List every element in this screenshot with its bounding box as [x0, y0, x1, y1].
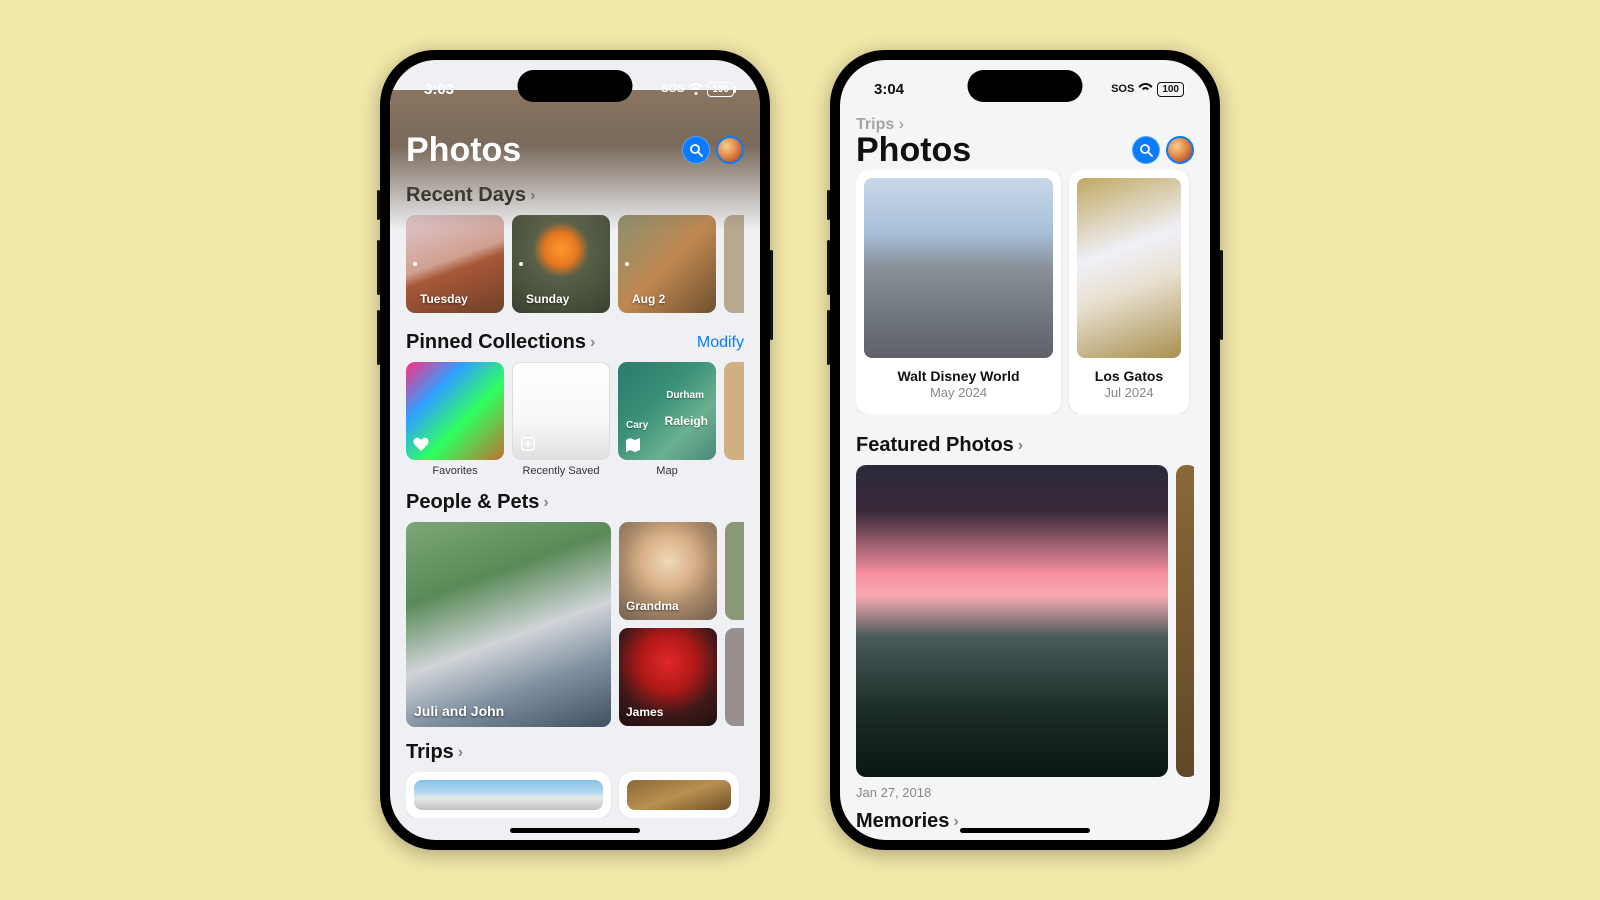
trip-card[interactable]	[406, 772, 611, 818]
featured-photo[interactable]: Jan 27, 2018	[856, 465, 1168, 800]
battery-indicator: 100	[1157, 82, 1184, 97]
pinned-map[interactable]: Durham Raleigh Cary Map	[618, 362, 716, 477]
heart-icon	[413, 437, 429, 453]
chevron-right-icon: ›	[543, 494, 548, 512]
page-title: Photos	[406, 131, 682, 170]
status-time: 3:04	[874, 81, 904, 98]
pinned-item[interactable]	[724, 362, 744, 477]
battery-indicator: 100	[707, 82, 734, 97]
chevron-right-icon: ›	[590, 334, 595, 352]
search-button[interactable]	[682, 136, 710, 164]
section-trips[interactable]: Trips	[406, 741, 454, 764]
pinned-favorites[interactable]: Favorites	[406, 362, 504, 477]
pinned-recently-saved[interactable]: Recently Saved	[512, 362, 610, 477]
people-item[interactable]: Juli and John	[406, 522, 611, 727]
map-icon	[625, 437, 641, 453]
search-button[interactable]	[1132, 136, 1160, 164]
profile-avatar[interactable]	[716, 136, 744, 164]
phone-right: 3:04 SOS 100 Trips › Photos	[830, 50, 1220, 850]
search-icon	[1139, 143, 1153, 157]
wifi-icon	[688, 83, 703, 95]
home-indicator[interactable]	[960, 828, 1090, 833]
chevron-right-icon: ›	[458, 744, 463, 762]
section-pinned[interactable]: Pinned Collections	[406, 331, 586, 354]
modify-button[interactable]: Modify	[697, 334, 744, 352]
download-icon	[520, 436, 536, 452]
page-title: Photos	[856, 131, 1132, 170]
home-indicator[interactable]	[510, 828, 640, 833]
chevron-right-icon: ›	[953, 813, 958, 831]
status-time: 3:03	[424, 81, 454, 98]
search-icon	[689, 143, 703, 157]
people-item[interactable]	[725, 522, 744, 620]
status-sos: SOS	[661, 83, 684, 95]
people-item[interactable]	[725, 628, 744, 726]
section-featured-photos[interactable]: Featured Photos	[856, 434, 1014, 457]
profile-avatar[interactable]	[1166, 136, 1194, 164]
section-memories[interactable]: Memories	[856, 810, 949, 833]
people-item[interactable]: Grandma	[619, 522, 717, 620]
dynamic-island	[968, 70, 1083, 102]
wifi-icon	[1138, 83, 1153, 95]
status-sos: SOS	[1111, 83, 1134, 95]
featured-photo[interactable]	[1176, 465, 1194, 800]
people-item[interactable]: James	[619, 628, 717, 726]
phone-left: 3:03 SOS 100 Photos Recent Days	[380, 50, 770, 850]
trip-card[interactable]	[619, 772, 739, 818]
section-people-pets[interactable]: People & Pets	[406, 491, 539, 514]
trip-card[interactable]: Walt Disney World May 2024	[856, 170, 1061, 414]
trip-card[interactable]: Los Gatos Jul 2024	[1069, 170, 1189, 414]
dynamic-island	[518, 70, 633, 102]
breadcrumb[interactable]: Trips ›	[856, 116, 904, 134]
chevron-right-icon: ›	[1018, 437, 1023, 455]
